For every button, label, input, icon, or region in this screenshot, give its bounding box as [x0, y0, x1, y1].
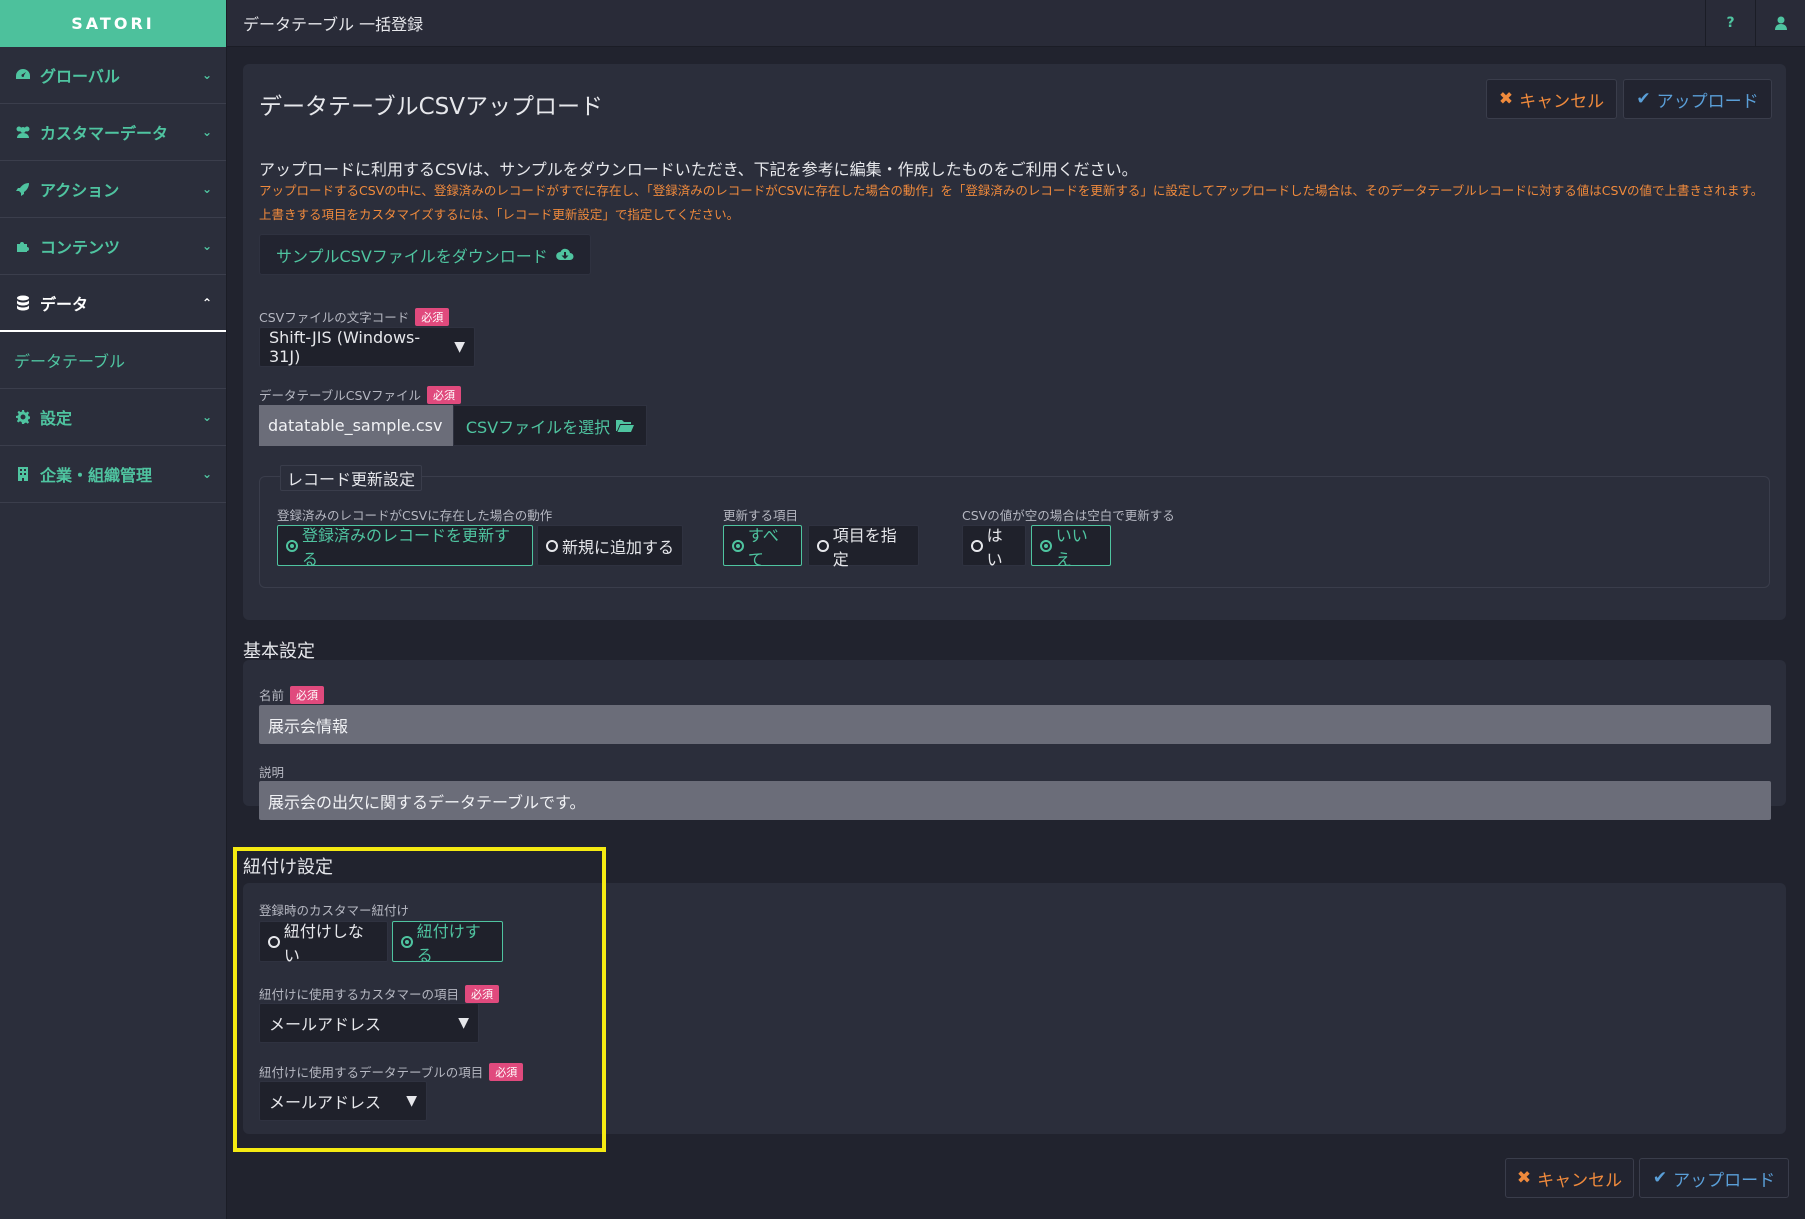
chevron-down-icon: ⌄	[201, 410, 212, 424]
sidebar-item-organization[interactable]: 企業・組織管理 ⌄	[0, 446, 226, 503]
radio-no-link[interactable]: 紐付けしない	[259, 921, 388, 965]
cancel-button[interactable]: ✖ キャンセル	[1486, 79, 1617, 119]
radio-link[interactable]: 紐付けする	[392, 921, 503, 965]
upload-title: データテーブルCSVアップロード	[259, 94, 604, 120]
customer-link-label: 登録時のカスタマー紐付け	[259, 903, 410, 918]
topbar: データテーブル 一括登録 ?	[227, 0, 1805, 47]
description-input[interactable]: 展示会の出欠に関するデータテーブルです。	[259, 781, 1771, 820]
folder-open-icon	[616, 420, 635, 432]
radio-on-icon	[1040, 539, 1052, 552]
radio-all-items[interactable]: すべて	[723, 525, 802, 569]
sidebar-item-settings[interactable]: 設定 ⌄	[0, 389, 226, 446]
csv-file-label: データテーブルCSVファイル 必須	[259, 385, 461, 404]
rocket-icon	[14, 181, 32, 197]
table-field-select[interactable]: メールアドレス ▼	[259, 1081, 427, 1121]
required-badge: 必須	[489, 1062, 524, 1081]
sidebar-item-label: グローバル	[40, 67, 120, 86]
radio-add-new[interactable]: 新規に追加する	[537, 525, 683, 566]
footer-upload-button[interactable]: ✔ アップロード	[1639, 1158, 1789, 1198]
customer-field-label: 紐付けに使用するカスタマーの項目 必須	[259, 984, 500, 1003]
required-badge: 必須	[426, 385, 461, 404]
cancel-label: キャンセル	[1519, 91, 1605, 112]
sidebar-item-global[interactable]: グローバル ⌄	[0, 47, 226, 104]
close-icon: ✖	[1516, 1168, 1532, 1188]
csv-file-name: datatable_sample.csv	[259, 405, 453, 446]
download-label: サンプルCSVファイルをダウンロード	[276, 246, 548, 266]
required-badge: 必須	[290, 685, 325, 704]
customer-field-select[interactable]: メールアドレス ▼	[259, 1003, 479, 1043]
radio-empty-yes[interactable]: はい	[962, 525, 1026, 569]
sidebar-item-label: コンテンツ	[40, 238, 121, 257]
footer-cancel-button[interactable]: ✖ キャンセル	[1505, 1158, 1634, 1198]
radio-off-icon	[817, 539, 829, 552]
check-icon: ✔	[1636, 89, 1651, 109]
chevron-down-icon: ⌄	[201, 68, 212, 82]
page-title: データテーブル 一括登録	[243, 15, 424, 34]
sidebar-item-action[interactable]: アクション ⌄	[0, 161, 226, 218]
radio-on-icon	[401, 935, 413, 948]
users-icon	[14, 124, 32, 140]
brand-logo[interactable]: SATORI	[0, 0, 226, 47]
description-label: 説明	[259, 765, 285, 780]
link-settings-title: 紐付け設定	[243, 857, 333, 878]
cloud-download-icon	[555, 248, 574, 260]
radio-update-existing[interactable]: 登録済みのレコードを更新する	[277, 525, 533, 569]
upload-description: アップロードに利用するCSVは、サンプルをダウンロードいただき、下記を参考に編集…	[259, 160, 1138, 179]
sidebar: SATORI グローバル ⌄ カスタマーデータ ⌄ アクション ⌄ コンテンツ …	[0, 0, 227, 1219]
sidebar-item-label: 企業・組織管理	[40, 466, 153, 485]
upload-warning: アップロードするCSVの中に、登録済みのレコードがすでに存在し、「登録済みのレコ…	[259, 183, 1764, 222]
radio-on-icon	[732, 539, 744, 552]
choose-csv-button[interactable]: CSVファイルを選択	[453, 405, 647, 446]
main-content: データテーブルCSVアップロード ✖ キャンセル ✔ アップロード アップロード…	[227, 47, 1805, 1219]
table-field-label: 紐付けに使用するデータテーブルの項目 必須	[259, 1062, 524, 1081]
sidebar-item-contents[interactable]: コンテンツ ⌄	[0, 218, 226, 275]
download-sample-button[interactable]: サンプルCSVファイルをダウンロード	[259, 234, 591, 275]
record-update-legend: レコード更新設定	[280, 465, 423, 491]
dropdown-arrow-icon: ▼	[406, 1093, 417, 1109]
sidebar-item-label: カスタマーデータ	[40, 124, 169, 143]
puzzle-icon	[14, 238, 32, 254]
encoding-value: Shift-JIS (Windows-31J)	[269, 328, 421, 366]
choose-csv-label: CSVファイルを選択	[465, 417, 611, 437]
radio-on-icon	[286, 539, 298, 552]
customer-field-value: メールアドレス	[269, 1015, 382, 1034]
check-icon: ✔	[1652, 1168, 1668, 1188]
chevron-down-icon: ⌄	[201, 239, 212, 253]
chevron-up-icon: ⌃	[201, 295, 212, 310]
help-button[interactable]: ?	[1705, 0, 1755, 47]
dropdown-arrow-icon: ▼	[454, 339, 465, 355]
encoding-select[interactable]: Shift-JIS (Windows-31J) ▼	[259, 327, 475, 367]
radio-off-icon	[971, 539, 983, 552]
radio-off-icon	[268, 935, 280, 948]
close-icon: ✖	[1498, 89, 1514, 109]
help-icon: ?	[1726, 15, 1735, 31]
name-input[interactable]: 展示会情報	[259, 705, 1771, 744]
radio-specify-items[interactable]: 項目を指定	[808, 525, 919, 569]
user-icon	[1774, 16, 1787, 30]
database-icon	[14, 295, 32, 311]
sidebar-item-label: アクション	[40, 181, 120, 200]
name-label: 名前 必須	[259, 685, 325, 704]
sidebar-item-customer-data[interactable]: カスタマーデータ ⌄	[0, 104, 226, 161]
dropdown-arrow-icon: ▼	[458, 1015, 469, 1031]
gear-icon	[14, 409, 32, 425]
table-field-value: メールアドレス	[269, 1093, 382, 1112]
sidebar-subitem-datatable[interactable]: データテーブル	[0, 332, 226, 389]
upload-label: アップロード	[1656, 91, 1759, 112]
encoding-label: CSVファイルの文字コード 必須	[259, 307, 450, 326]
chevron-down-icon: ⌄	[201, 182, 212, 196]
chevron-down-icon: ⌄	[201, 467, 212, 481]
required-badge: 必須	[465, 984, 500, 1003]
upload-button[interactable]: ✔ アップロード	[1623, 79, 1772, 119]
building-icon	[14, 466, 32, 482]
user-menu-button[interactable]	[1755, 0, 1805, 47]
dashboard-icon	[14, 67, 32, 83]
sidebar-item-data[interactable]: データ ⌃	[0, 275, 226, 332]
chevron-down-icon: ⌄	[201, 125, 212, 139]
radio-off-icon	[546, 539, 558, 552]
radio-empty-no[interactable]: いいえ	[1031, 525, 1111, 569]
required-badge: 必須	[415, 307, 450, 326]
sidebar-item-label: データ	[40, 294, 89, 314]
sidebar-item-label: 設定	[40, 409, 73, 428]
